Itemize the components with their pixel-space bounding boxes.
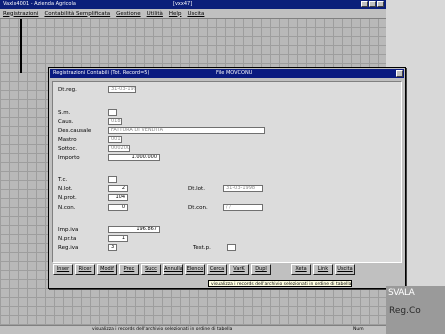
window-controls <box>361 1 384 7</box>
menu-bar: Registrazioni Contabilità Semplificata G… <box>0 9 386 19</box>
app-title-bar: Vaxlx4001 - Azienda Agricola [vxx47] <box>0 0 386 9</box>
nlot-field[interactable]: 2 <box>108 185 128 192</box>
testp-field[interactable] <box>227 244 236 251</box>
dtcon-field[interactable]: / / <box>223 204 263 211</box>
prec-button[interactable]: Prec <box>119 264 139 275</box>
menu-uscita[interactable]: Uscita <box>187 11 204 17</box>
dialog-form: Dt.reg. 31-03-1998 S.m. Caus. 018 Des.ca… <box>52 81 402 263</box>
succ-button[interactable]: Succ <box>141 264 161 275</box>
label-tc: T.c. <box>58 177 68 183</box>
label-dtreg: Dt.reg. <box>58 87 77 93</box>
text-cursor <box>20 19 22 73</box>
dupl-button[interactable]: Dupl <box>251 264 271 275</box>
num-lock-indicator: Num <box>353 327 364 332</box>
cerca-button[interactable]: Cerca <box>207 264 227 275</box>
label-dtlot: Dt.lot. <box>188 186 205 192</box>
label-regiva: Reg.iva <box>58 245 79 251</box>
label-mastro: Mastro <box>58 137 77 143</box>
uscita-button[interactable]: Uscita <box>335 264 355 275</box>
dtreg-field[interactable]: 31-03-1998 <box>108 86 136 93</box>
menu-help[interactable]: Help <box>169 11 182 17</box>
sottoc-field[interactable]: 000200 <box>108 145 130 152</box>
regiva-field[interactable]: 3 <box>108 244 117 251</box>
label-sez: S.m. <box>58 110 71 116</box>
minimize-button[interactable] <box>361 1 368 7</box>
app-title: Vaxlx4001 - Azienda Agricola <box>3 1 76 7</box>
label-nlot: N.lot. <box>58 186 73 192</box>
xeta-button[interactable]: Xeta <box>291 264 311 275</box>
label-caus: Caus. <box>58 119 74 125</box>
status-text: visualizza i records dell'archivio selez… <box>92 327 233 332</box>
registrazioni-dialog: Registrazioni Contabili (Tot. Record=5) … <box>48 67 406 289</box>
descausale-field[interactable]: FATTURA DI VENDITA <box>108 127 265 134</box>
menu-contabilita[interactable]: Contabilità Semplificata <box>44 11 110 17</box>
close-button[interactable] <box>377 1 384 7</box>
dialog-button-row: Inser Ricer Modif Prec Succ Annulla Elen… <box>53 264 355 275</box>
label-nprot: N.prot. <box>58 195 77 201</box>
menu-utilita[interactable]: Utilità <box>147 11 163 17</box>
dialog-close-button[interactable] <box>396 70 403 77</box>
elenco-tooltip: visualizza i records dell'archivio selez… <box>208 280 352 287</box>
corner-logo-line1: SVALA <box>388 288 415 298</box>
importo-field[interactable]: 1.000.000 <box>108 154 160 161</box>
dialog-title-bar: Registrazioni Contabili (Tot. Record=5) … <box>50 69 404 78</box>
menu-registrazioni[interactable]: Registrazioni <box>3 11 38 17</box>
inser-button[interactable]: Inser <box>53 264 73 275</box>
elenco-button[interactable]: Elenco <box>185 264 205 275</box>
tc-field[interactable] <box>108 176 117 183</box>
dialog-subtitle: File MOVCONU <box>216 70 253 76</box>
corner-logo-line2: Reg.Co <box>389 306 421 316</box>
label-testp: Test.p. <box>193 245 211 251</box>
status-bar: visualizza i records dell'archivio selez… <box>0 325 386 334</box>
nprta-field[interactable]: 1 <box>108 235 128 242</box>
vark-button[interactable]: VarK <box>229 264 249 275</box>
ricer-button[interactable]: Ricer <box>75 264 95 275</box>
label-nprta: N.pr.ta <box>58 236 77 242</box>
menu-gestione[interactable]: Gestione <box>116 11 140 17</box>
label-sottoc: Sottoc. <box>58 146 78 152</box>
modif-button[interactable]: Modif <box>97 264 117 275</box>
label-ncon: N.con. <box>58 205 76 211</box>
label-importo: Importo <box>58 155 80 161</box>
annulla-button[interactable]: Annulla <box>163 264 183 275</box>
app-title-code: [vxx47] <box>173 1 193 7</box>
ncon-field[interactable]: 0 <box>108 204 128 211</box>
label-impiva: Imp.iva <box>58 227 79 233</box>
impiva-field[interactable]: 196.867 <box>108 226 160 233</box>
dtlot-field[interactable]: 31-03-1998 <box>223 185 263 192</box>
label-descausale: Des.causale <box>58 128 92 134</box>
caus-field[interactable]: 018 <box>108 118 122 125</box>
sez-field[interactable] <box>108 109 117 116</box>
link-button[interactable]: Link <box>313 264 333 275</box>
corner-logo: SVALA Reg.Co <box>386 286 445 334</box>
mastro-field[interactable]: 001 <box>108 136 122 143</box>
nprot-field[interactable]: 104 <box>108 194 128 201</box>
dialog-title: Registrazioni Contabili (Tot. Record=5) <box>53 70 150 76</box>
label-dtcon: Dt.con. <box>188 205 208 211</box>
maximize-button[interactable] <box>369 1 376 7</box>
